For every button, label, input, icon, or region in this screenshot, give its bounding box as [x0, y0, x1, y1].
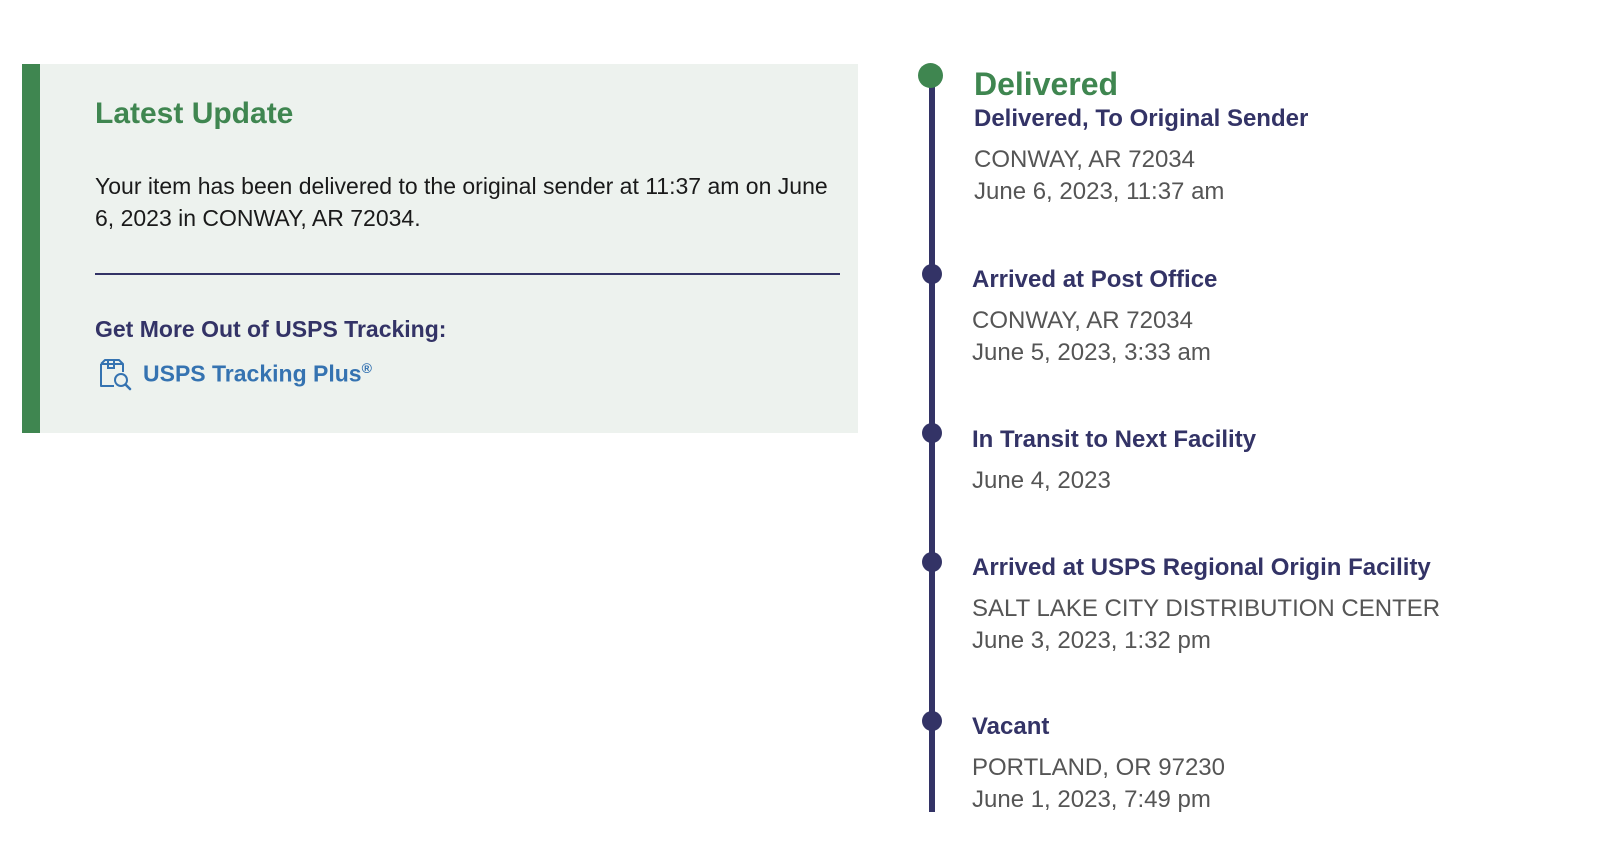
timeline-event: In Transit to Next Facility June 4, 2023 [972, 425, 1572, 497]
timeline-line [929, 76, 935, 812]
timeline-event: Arrived at Post Office CONWAY, AR 72034 … [972, 265, 1572, 369]
timeline-dot-current [918, 63, 943, 88]
timeline-dot [922, 423, 942, 443]
event-datetime: June 3, 2023, 1:32 pm [972, 627, 1211, 654]
event-status: Arrived at USPS Regional Origin Facility [972, 554, 1431, 581]
event-location: PORTLAND, OR 97230 [972, 754, 1225, 781]
timeline-dot [922, 711, 942, 731]
event-location: SALT LAKE CITY DISTRIBUTION CENTER [972, 595, 1441, 622]
event-datetime: June 6, 2023, 11:37 am [974, 178, 1225, 205]
event-datetime: June 5, 2023, 3:33 am [972, 339, 1211, 366]
timeline-dot [922, 552, 942, 572]
timeline-event: Arrived at USPS Regional Origin Facility… [972, 553, 1572, 657]
event-status: Vacant [972, 713, 1050, 740]
timeline-dot [922, 264, 942, 284]
event-status: In Transit to Next Facility [972, 426, 1257, 453]
event-location: CONWAY, AR 72034 [974, 146, 1195, 173]
tracking-timeline: Delivered Delivered, To Original Sender … [0, 0, 1600, 812]
event-status: Delivered, To Original Sender [974, 105, 1309, 132]
event-datetime: June 1, 2023, 7:49 pm [972, 786, 1211, 812]
event-datetime: June 4, 2023 [972, 467, 1111, 494]
current-status: Delivered [974, 66, 1119, 102]
timeline-event: Delivered Delivered, To Original Sender … [974, 64, 1574, 208]
event-location: CONWAY, AR 72034 [972, 307, 1193, 334]
event-status: Arrived at Post Office [972, 266, 1218, 293]
timeline-event: Vacant PORTLAND, OR 97230 June 1, 2023, … [972, 712, 1572, 812]
